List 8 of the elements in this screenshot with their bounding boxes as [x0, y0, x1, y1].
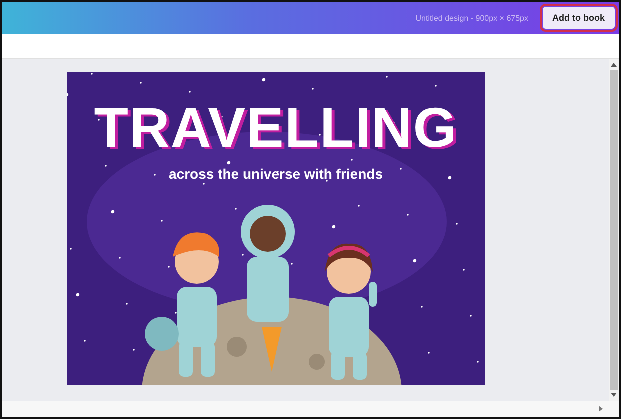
scroll-up-icon[interactable]	[611, 63, 617, 67]
vertical-scrollbar[interactable]	[609, 59, 619, 401]
document-title: Untitled design - 900px × 675px	[416, 14, 528, 22]
scroll-down-icon[interactable]	[611, 393, 617, 397]
add-to-book-button[interactable]: Add to book	[542, 7, 615, 29]
design-subtitle: across the universe with friends	[169, 166, 383, 182]
scroll-right-icon[interactable]	[599, 406, 603, 412]
design-title: TRAVELLING	[94, 100, 458, 156]
